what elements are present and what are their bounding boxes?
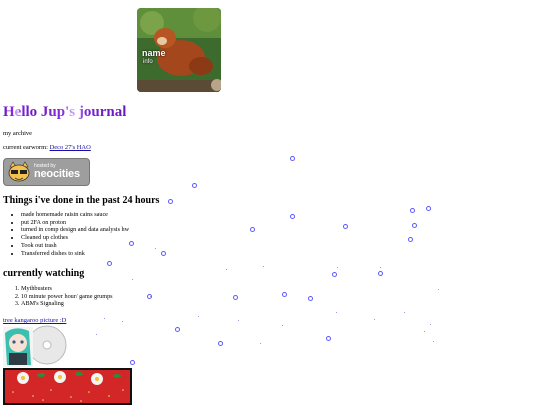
bubble: [161, 251, 166, 256]
done-heading: Things i've done in the past 24 hours: [3, 195, 160, 206]
sparkle-dot: [433, 341, 434, 342]
badge-big-text: neocities: [34, 168, 80, 180]
anime-cd-sticker: [3, 325, 67, 367]
bubble: [192, 183, 197, 188]
bubble: [332, 272, 337, 277]
bubble: [282, 292, 287, 297]
done-item: made homemade raisin cains sauce: [21, 211, 129, 219]
kangaroo-picture-link[interactable]: tree kangaroo picture :D: [3, 317, 66, 324]
sparkle-dot: [374, 319, 375, 320]
sparkle-dot: [96, 334, 97, 335]
bubble: [129, 241, 134, 246]
bubble: [233, 295, 238, 300]
bubble: [250, 227, 255, 232]
watching-list: Mythbusters10 minute power hour/ game gr…: [3, 285, 113, 308]
done-item: Cleaned up clothes: [21, 234, 129, 242]
profile-info: info: [143, 59, 153, 65]
sparkle-dot: [430, 324, 431, 325]
profile-name: name: [142, 48, 166, 58]
sparkle-dot: [260, 343, 261, 344]
earworm-label: current earworm:: [3, 144, 50, 151]
sparkle-dot: [226, 269, 227, 270]
watching-item: Mythbusters: [21, 285, 113, 293]
neocities-cat-icon: [8, 161, 30, 182]
bubble: [308, 296, 313, 301]
bubble: [408, 237, 413, 242]
bubble: [343, 224, 348, 229]
title-glow-text: Hello: [3, 104, 38, 120]
journal-page: name info Hello Jup's journal my archive…: [0, 0, 540, 405]
profile-card[interactable]: name info: [137, 8, 221, 92]
sparkle-dot: [104, 318, 105, 319]
sparkle-dot: [122, 321, 123, 322]
neocities-badge[interactable]: hosted by neocities: [3, 158, 90, 186]
done-item: Took out trash: [21, 242, 129, 250]
bubble: [168, 199, 173, 204]
bubble: [175, 327, 180, 332]
bubble: [290, 214, 295, 219]
sparkle-dot: [198, 316, 199, 317]
sparkle-dot: [404, 312, 405, 313]
sparkle-dot: [263, 266, 264, 267]
bubble: [326, 336, 331, 341]
bubble: [412, 223, 417, 228]
done-item: turned in comp design and data analysis …: [21, 226, 129, 234]
sparkle-dot: [150, 296, 151, 297]
watching-heading: currently watching: [3, 268, 85, 279]
bubble: [378, 271, 383, 276]
sparkle-dot: [380, 267, 381, 268]
title-rest-text: Jup's journal: [37, 104, 127, 120]
bubble: [290, 156, 295, 161]
strawberry-banner: [3, 368, 132, 405]
sparkle-dot: [132, 279, 133, 280]
bubble: [410, 208, 415, 213]
earworm-link[interactable]: Deco 27's HAO: [50, 144, 91, 151]
done-item: put 2FA on proton: [21, 219, 129, 227]
sticker-images: [3, 325, 67, 372]
watching-item: 10 minute power hour/ game grumps: [21, 293, 113, 301]
sparkle-dot: [282, 325, 283, 326]
sparkle-dot: [155, 248, 156, 249]
bubble: [130, 360, 135, 365]
strawberry-pattern: [5, 370, 130, 403]
sparkle-dot: [238, 320, 239, 321]
bubble: [426, 206, 431, 211]
earworm-line: current earworm: Deco 27's HAO: [3, 144, 91, 151]
sparkle-dot: [424, 331, 425, 332]
sparkle-dot: [438, 289, 439, 290]
bubble: [107, 261, 112, 266]
page-title: Hello Jup's journal: [3, 104, 126, 121]
sparkle-dot: [336, 312, 337, 313]
watching-item: ABM's Signaling: [21, 300, 113, 308]
archive-link[interactable]: my archive: [3, 130, 32, 137]
done-item: Transferred dishes to sink: [21, 250, 129, 258]
done-list: made homemade raisin cains sauceput 2FA …: [3, 211, 129, 257]
sparkle-dot: [337, 267, 338, 268]
bubble: [218, 341, 223, 346]
